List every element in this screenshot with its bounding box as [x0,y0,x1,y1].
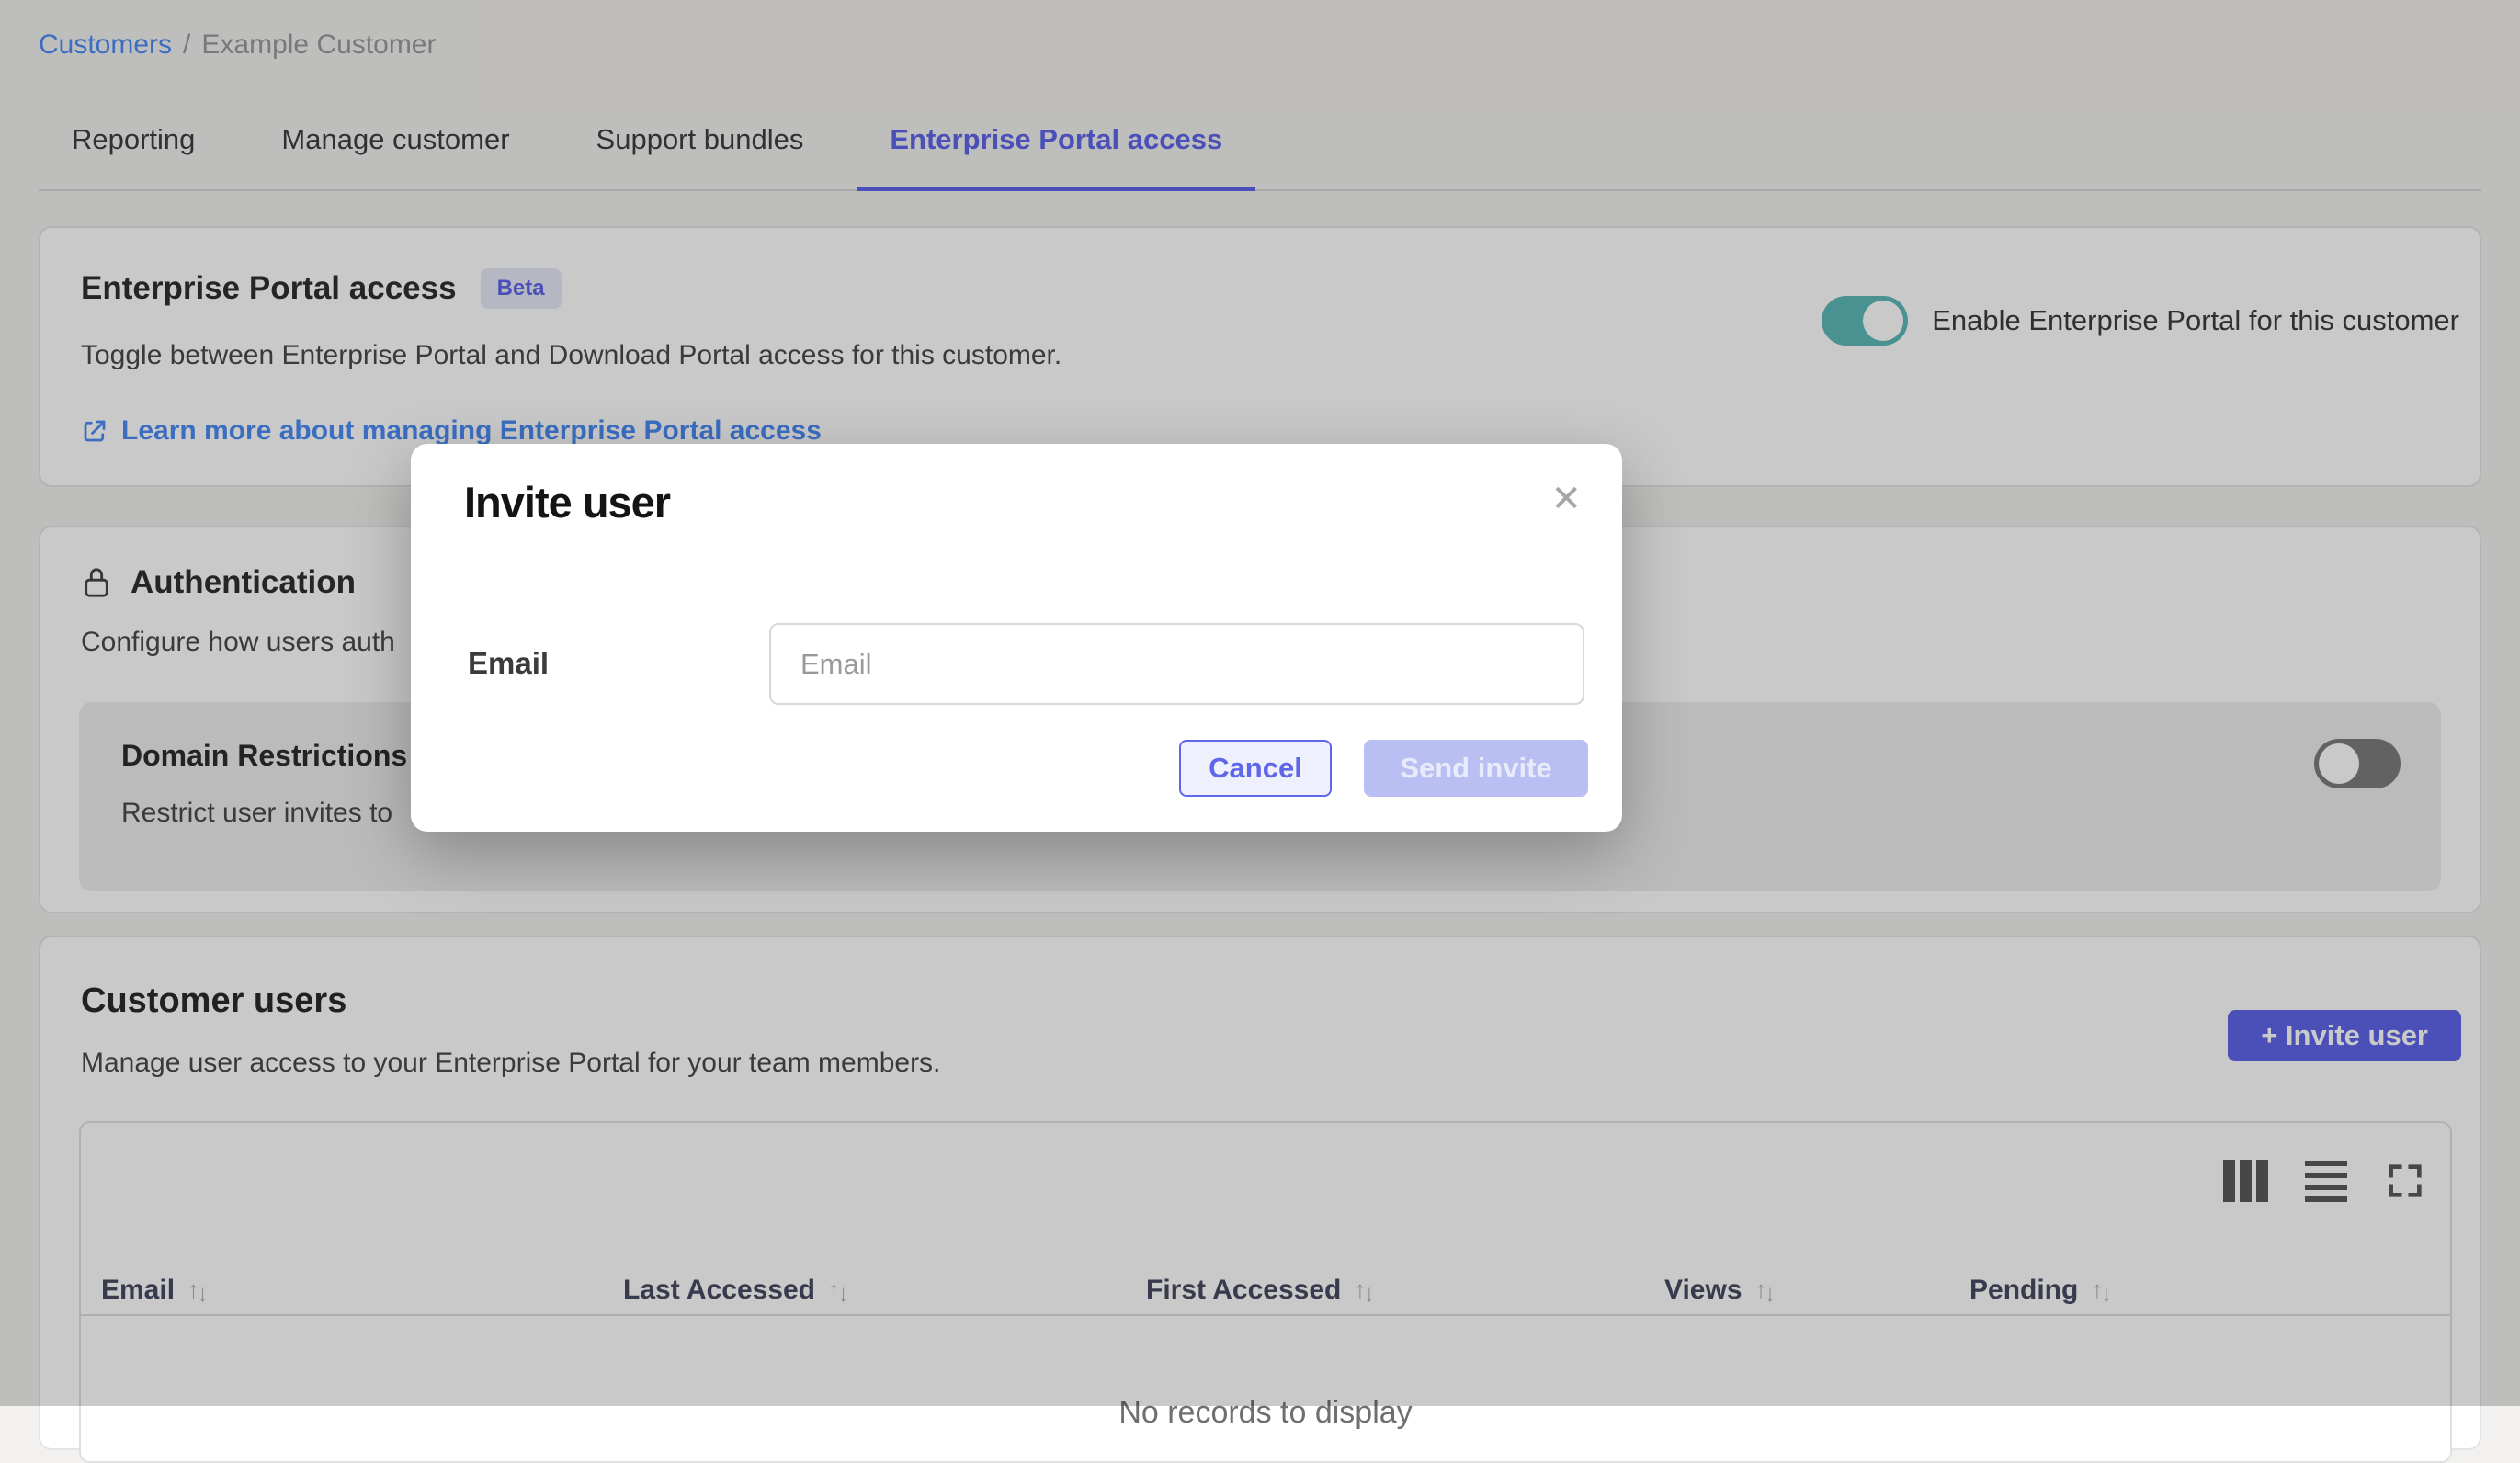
email-field[interactable] [769,623,1584,705]
email-label: Email [468,646,549,681]
modal-actions: Cancel Send invite [1179,740,1588,797]
invite-user-modal: Invite user ✕ Email Cancel Send invite [411,444,1622,832]
send-invite-button[interactable]: Send invite [1364,740,1588,797]
cancel-button[interactable]: Cancel [1179,740,1332,797]
modal-title: Invite user [464,477,670,527]
close-icon[interactable]: ✕ [1550,481,1582,517]
